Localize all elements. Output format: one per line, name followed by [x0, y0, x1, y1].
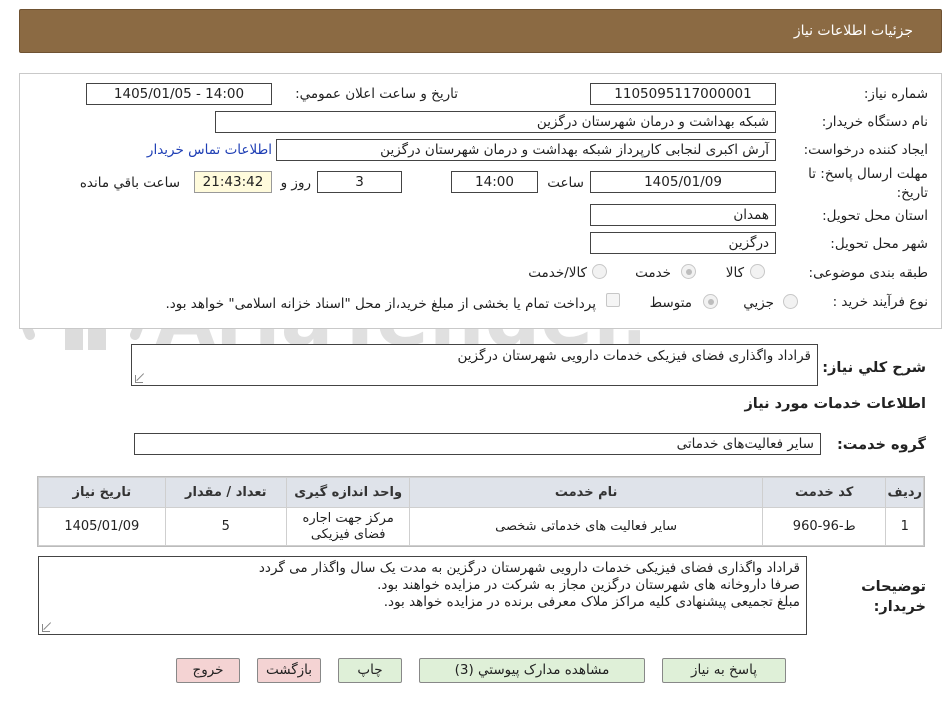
col-header-unit: واحد اندازه گیری: [285, 477, 411, 508]
time-remaining-field: 21:43:42: [194, 171, 272, 193]
cell-qty: 5: [164, 507, 287, 546]
treasury-payment-note: پرداخت تمام یا بخشی از مبلغ خرید،از محل …: [165, 296, 596, 312]
province-field[interactable]: همدان: [590, 204, 776, 226]
reply-button[interactable]: پاسخ به نیاز: [662, 658, 786, 683]
treasury-payment-checkbox[interactable]: [606, 293, 620, 307]
back-button[interactable]: بازگشت: [257, 658, 321, 683]
cell-code: ط-96-960: [761, 507, 887, 546]
summary-textarea[interactable]: قراداد واگذاری فضای فیزیکی خدمات دارویی …: [131, 344, 818, 386]
process-option-partial-label: جزيي: [743, 295, 774, 311]
requester-field[interactable]: آرش اکبری لنجابی کارپرداز شبکه بهداشت و …: [276, 139, 776, 161]
buyer-notes-label: توضیحات خریدار:: [861, 579, 926, 615]
notes-line: صرفا داروخانه های شهرستان درگزین مجاز به…: [377, 577, 800, 593]
province-label: استان محل تحویل:: [822, 208, 928, 224]
need-number-field[interactable]: 1105095117000001: [590, 83, 776, 105]
summary-label: شرح کلي نیاز:: [822, 360, 926, 376]
buyer-field[interactable]: شبکه بهداشت و درمان شهرستان درگزین: [215, 111, 776, 133]
service-group-field[interactable]: سایر فعالیت‌های خدماتی: [134, 433, 821, 455]
process-option-medium-label: متوسط: [649, 295, 692, 311]
col-header-code: کد خدمت: [761, 477, 887, 508]
deadline-date-field[interactable]: 1405/01/09: [590, 171, 776, 193]
print-button[interactable]: چاپ: [338, 658, 402, 683]
summary-text: قراداد واگذاری فضای فیزیکی خدمات دارویی …: [457, 348, 812, 364]
services-table: ردیف کد خدمت نام خدمت واحد اندازه گیری ت…: [37, 476, 925, 547]
process-partial-radio[interactable]: [783, 294, 798, 309]
col-header-qty: تعداد / مقدار: [164, 477, 287, 508]
announce-label: تاریخ و ساعت اعلان عمومي:: [295, 86, 458, 102]
category-option-both-label: کالا/خدمت: [528, 265, 587, 281]
category-label: طبقه بندی موضوعی:: [808, 265, 928, 281]
cell-date: 1405/01/09: [38, 507, 166, 546]
col-header-date: تاریخ نیاز: [38, 477, 166, 508]
category-both-radio[interactable]: [592, 264, 607, 279]
deadline-label-line2: تاریخ:: [896, 185, 928, 201]
city-label: شهر محل تحویل:: [830, 236, 928, 252]
view-attachments-button[interactable]: مشاهده مدارک پیوستي (3): [419, 658, 645, 683]
deadline-label-line1: مهلت ارسال پاسخ: تا: [808, 166, 928, 182]
resize-grip-icon[interactable]: [42, 624, 50, 632]
exit-button[interactable]: خروج: [176, 658, 240, 683]
deadline-time-label: ساعت: [547, 175, 584, 191]
need-number-label: شماره نیاز:: [863, 86, 928, 102]
time-remaining-label: ساعت باقي مانده: [79, 175, 180, 191]
category-service-radio[interactable]: [681, 264, 696, 279]
page-header: جزئیات اطلاعات نیاز: [19, 9, 942, 53]
services-title: اطلاعات خدمات مورد نیاز: [744, 396, 926, 412]
category-option-service-label: خدمت: [635, 265, 671, 281]
category-goods-radio[interactable]: [750, 264, 765, 279]
buyer-contact-link[interactable]: اطلاعات تماس خریدار: [147, 142, 272, 158]
buyer-label: نام دستگاه خریدار:: [821, 114, 928, 130]
requester-label: ایجاد کننده درخواست:: [803, 142, 928, 158]
resize-grip-icon[interactable]: [135, 375, 143, 383]
cell-row: 1: [885, 507, 924, 546]
service-group-label: گروه خدمت:: [836, 437, 926, 453]
col-header-row: ردیف: [885, 477, 924, 508]
buyer-notes-textarea[interactable]: قراداد واگذاری فضای فیزیکی خدمات دارویی …: [38, 556, 807, 635]
process-label: نوع فرآیند خرید :: [832, 294, 928, 310]
city-field[interactable]: درگزین: [590, 232, 776, 254]
notes-line: قراداد واگذاری فضای فیزیکی خدمات دارویی …: [258, 560, 800, 576]
days-remaining-field[interactable]: 3: [317, 171, 402, 193]
col-header-name: نام خدمت: [409, 477, 763, 508]
process-medium-radio[interactable]: [703, 294, 718, 309]
notes-line: مبلغ تجمیعی پیشنهادی کلیه مراکز ملاک معر…: [383, 594, 800, 610]
cell-unit: مرکز جهت اجاره فضای فیزیکی: [285, 507, 411, 546]
days-label: روز و: [280, 175, 311, 191]
cell-name: سایر فعالیت های خدماتی شخصی: [409, 507, 763, 546]
page-title: جزئیات اطلاعات نیاز: [793, 23, 913, 39]
announce-datetime-field[interactable]: 1405/01/05 - 14:00: [86, 83, 272, 105]
table-row[interactable]: 1 ط-96-960 سایر فعالیت های خدماتی شخصی م…: [38, 507, 924, 546]
table-header-row: ردیف کد خدمت نام خدمت واحد اندازه گیری ت…: [38, 477, 924, 508]
category-option-goods-label: کالا: [725, 265, 744, 281]
deadline-time-field[interactable]: 14:00: [451, 171, 538, 193]
